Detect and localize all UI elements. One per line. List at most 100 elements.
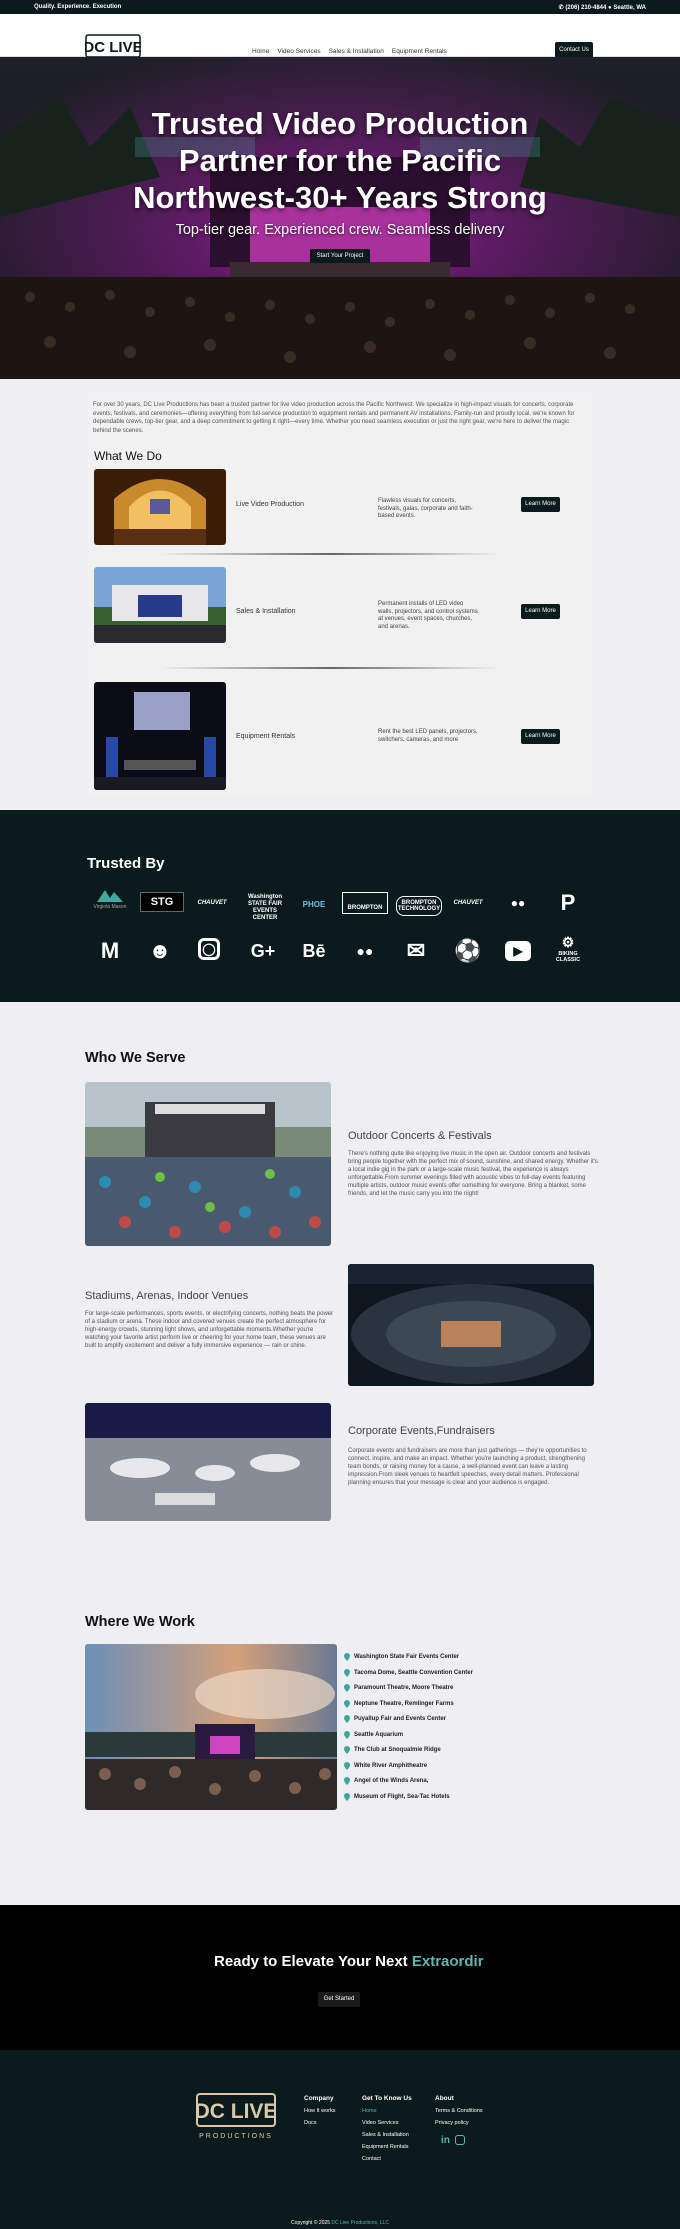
logo-chauvet: CHAUVET [197, 900, 227, 906]
logo-washington-state-fair: Washington STATE FAIR EVENTS CENTER [247, 894, 283, 921]
footer: DC LIVE PRODUCTIONS Company How It works… [0, 2050, 680, 2229]
footer-link-how-it-works[interactable]: How It works [304, 2108, 335, 2114]
service-desc-equipment-rentals: Rent the best LED panels, projectors, sw… [378, 729, 478, 743]
contact-us-button[interactable]: Contact Us [555, 42, 593, 58]
copyright-link[interactable]: DC Live Productions, LLC [331, 2220, 389, 2226]
email-icon[interactable]: ✉ [403, 938, 429, 964]
copyright: Copyright © 2025 DC Live Productions, LL… [291, 2220, 389, 2226]
footer-link-terms[interactable]: Terms & Conditions [435, 2108, 483, 2114]
tagline: Quality. Experience. Execution [34, 4, 122, 10]
location-pin-icon [344, 1762, 350, 1770]
location-item: Museum of Flight, Sea-Tac Hotels [344, 1793, 450, 1801]
learn-more-sales-installation[interactable]: Learn More [521, 604, 560, 619]
trusted-by-title: Trusted By [87, 855, 165, 872]
medium-icon[interactable]: M [97, 938, 123, 964]
location-pin-icon [344, 1669, 350, 1677]
location-item: Neptune Theatre, Remlinger Farms [344, 1700, 454, 1708]
service-image-equipment-rentals [94, 682, 226, 790]
divider [160, 553, 500, 555]
logo-virginia-mason: Virginia Mason [90, 890, 130, 910]
location-item: Washington State Fair Events Center [344, 1653, 459, 1661]
image-corporate-events [85, 1403, 331, 1521]
logo-biking-classic: ⚙ BIKING CLASSIC [555, 934, 581, 963]
pinterest-icon[interactable]: P [555, 890, 581, 916]
start-project-button[interactable]: Start Your Project [310, 249, 370, 263]
image-where-we-work [85, 1644, 337, 1810]
dribbble-icon[interactable]: ⚽ [454, 938, 481, 964]
footer-logo[interactable]: DC LIVE PRODUCTIONS [196, 2093, 276, 2141]
nav-links: Home Video Services Sales & Installation… [252, 48, 447, 55]
service-name-live-production: Live Video Production [236, 501, 304, 508]
location-item: The Club at Snoqualmie Ridge [344, 1746, 441, 1754]
footer-get-to-know: Get To Know Us Home Video Services Sales… [362, 2095, 412, 2162]
youtube-icon[interactable]: ▶ [505, 941, 531, 961]
dribbble-like-icon[interactable]: ●● [505, 890, 531, 916]
instagram-icon[interactable]: ◯ [198, 938, 220, 960]
service-image-sales-installation [94, 567, 226, 643]
nav-equipment-rentals[interactable]: Equipment Rentals [392, 48, 447, 55]
top-bar: Quality. Experience. Execution ✆ (206) 2… [0, 0, 680, 14]
footer-link-equipment-rentals[interactable]: Equipment Rentals [362, 2144, 412, 2150]
location-text: Seattle, WA [613, 5, 646, 11]
logo-stg: STG [140, 892, 184, 912]
github-icon[interactable]: ☻ [147, 938, 173, 964]
who-we-serve-title: Who We Serve [85, 1050, 186, 1066]
footer-link-video-services[interactable]: Video Services [362, 2120, 412, 2126]
location-item: White River Amphitheatre [344, 1762, 427, 1770]
svg-text:DC LIVE: DC LIVE [196, 2100, 276, 2123]
get-started-button[interactable]: Get Started [318, 1992, 360, 2007]
footer-link-sales-installation[interactable]: Sales & Installation [362, 2132, 412, 2138]
trusted-by-section: Trusted By Virginia Mason STG CHAUVET Wa… [0, 810, 680, 1002]
service-name-equipment-rentals: Equipment Rentals [236, 733, 296, 740]
divider [160, 667, 500, 669]
contact-info: ✆ (206) 210-4844 ● Seattle, WA [559, 4, 646, 11]
location-pin-icon: ● [608, 5, 612, 11]
hero-subtitle: Top-tier gear. Experienced crew. Seamles… [175, 222, 505, 238]
logo-brompton-technology: BROMPTON TECHNOLOGY [396, 896, 442, 916]
location-pin-icon [344, 1684, 350, 1692]
text-stadiums: For large-scale performances, sports eve… [85, 1311, 334, 1349]
linkedin-icon[interactable]: in [441, 2135, 450, 2146]
location-pin-icon [344, 1653, 350, 1661]
location-item: Puyallup Fair and Events Center [344, 1715, 446, 1723]
behance-icon[interactable]: Bē [301, 938, 327, 964]
logo-chauvet-2: CHAUVET [453, 900, 483, 906]
image-outdoor-concerts [85, 1082, 331, 1246]
logo-brompton: BROMPTON [342, 892, 388, 914]
main-nav: DC LIVE PRODUCTIONS Home Video Services … [0, 14, 680, 66]
footer-link-home[interactable]: Home [362, 2108, 412, 2114]
learn-more-live-production[interactable]: Learn More [521, 497, 560, 512]
footer-link-privacy[interactable]: Privacy policy [435, 2120, 483, 2126]
svg-text:DC LIVE: DC LIVE [85, 39, 141, 56]
location-item: Angel of the Winds Arena, [344, 1777, 428, 1785]
nav-sales-installation[interactable]: Sales & Installation [329, 48, 384, 55]
text-outdoor-concerts: There's nothing quite like enjoying live… [348, 1151, 598, 1197]
ready-title: Ready to Elevate Your Next Extraordir [214, 1953, 484, 1970]
instagram-footer-icon[interactable] [455, 2135, 465, 2145]
image-stadium-arena [348, 1264, 594, 1386]
phone-number[interactable]: (206) 210-4844 [565, 5, 606, 11]
google-plus-icon[interactable]: G+ [250, 938, 276, 964]
location-item: Paramount Theatre, Moore Theatre [344, 1684, 453, 1692]
phone-icon: ✆ [558, 5, 564, 11]
nav-video-services[interactable]: Video Services [277, 48, 320, 55]
footer-company: Company How It works Docs [304, 2095, 336, 2126]
footer-link-docs[interactable]: Docs [304, 2120, 335, 2126]
location-pin-icon [344, 1793, 350, 1801]
location-pin-icon [344, 1777, 350, 1785]
what-we-do-title: What We Do [94, 449, 162, 463]
footer-link-contact[interactable]: Contact [362, 2156, 412, 2162]
hero-title: Trusted Video Production Partner for the… [133, 106, 547, 215]
service-desc-sales-installation: Permanent installs of LED video walls, p… [378, 601, 478, 630]
heading-stadiums: Stadiums, Arenas, Indoor Venues [85, 1290, 249, 1302]
service-image-live-production [94, 469, 226, 545]
footer-about: About Terms & Conditions Privacy policy [435, 2095, 483, 2126]
nav-home[interactable]: Home [252, 48, 269, 55]
location-item: Tacoma Dome, Seattle Convention Center [344, 1669, 473, 1677]
location-pin-icon [344, 1715, 350, 1723]
intro-text: For over 30 years, DC Live Productions h… [93, 402, 575, 434]
text-corporate-events: Corporate events and fundraisers are mor… [348, 1448, 587, 1486]
location-pin-icon [344, 1731, 350, 1739]
learn-more-equipment-rentals[interactable]: Learn More [521, 729, 560, 744]
flickr-icon[interactable]: ●● [352, 938, 378, 964]
